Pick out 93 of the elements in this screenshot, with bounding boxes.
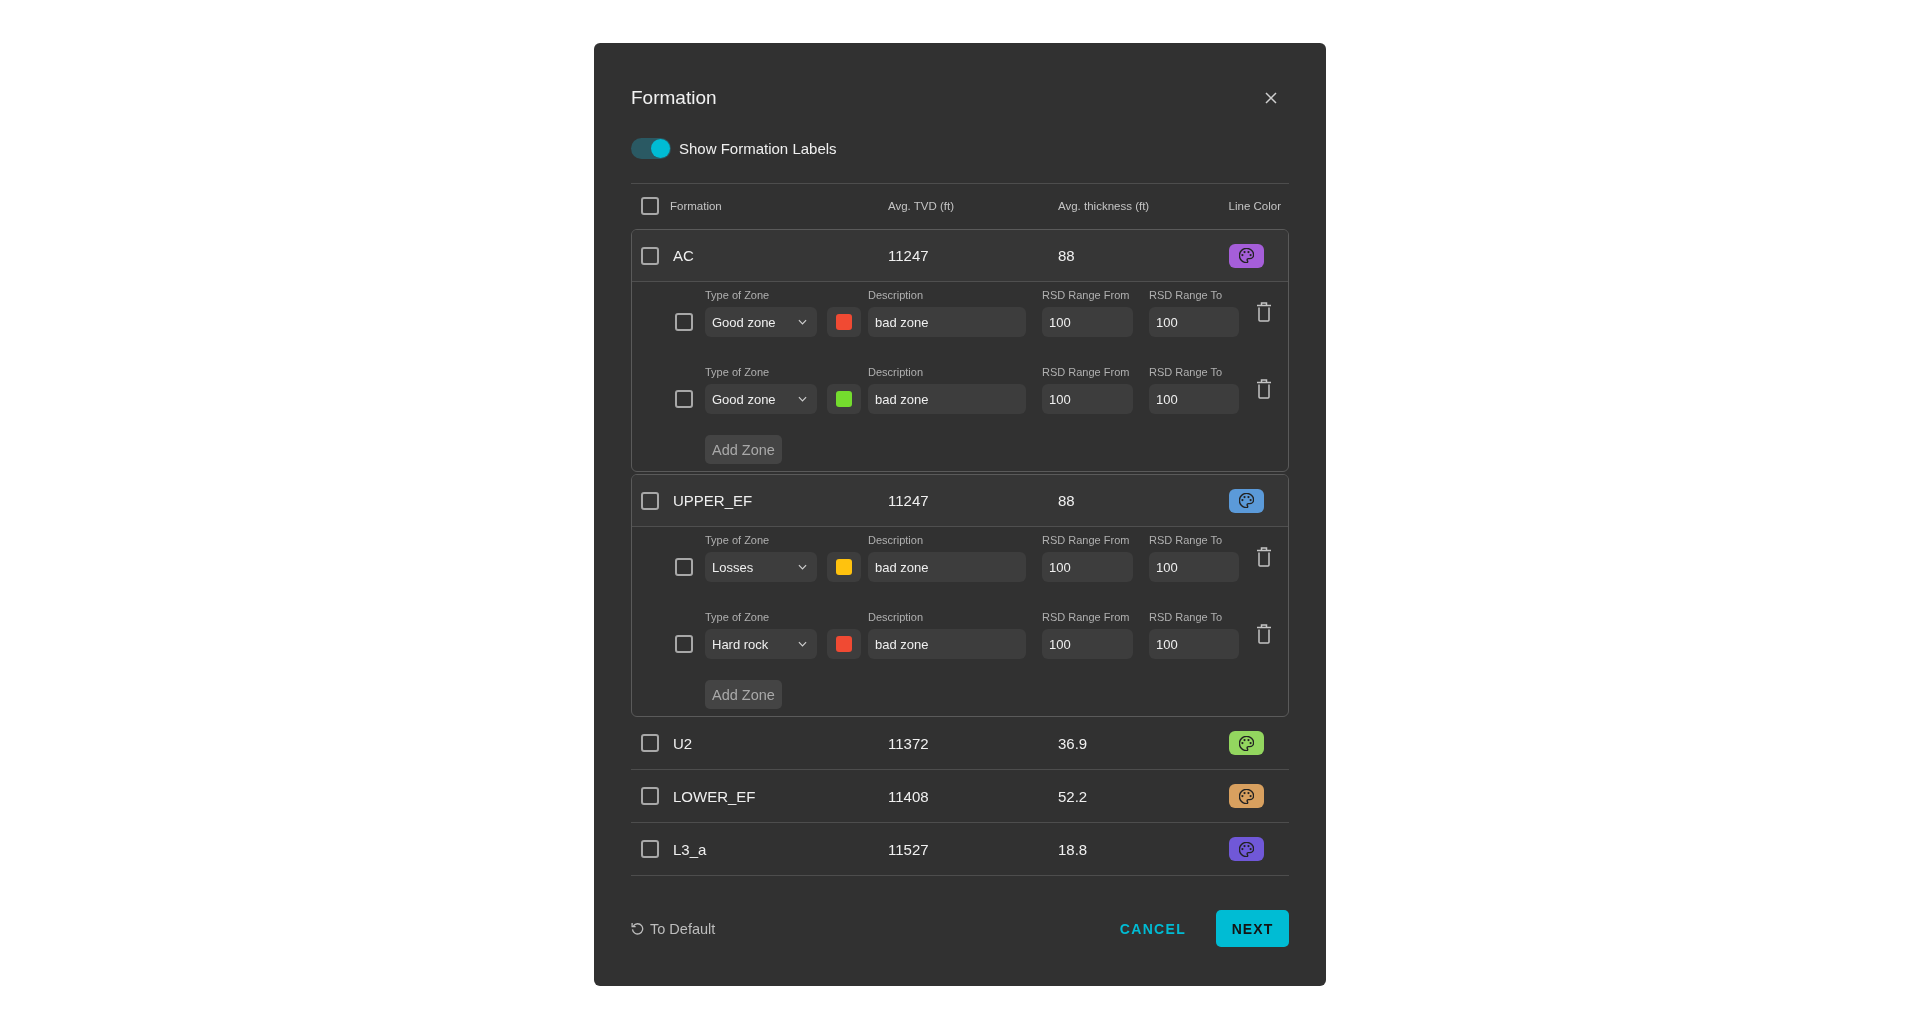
zone-color-button[interactable] (827, 307, 861, 337)
trash-icon[interactable] (1256, 624, 1272, 644)
avg-thickness-value: 88 (1058, 492, 1076, 509)
caret-icon (798, 641, 807, 647)
line-color-button[interactable] (1229, 731, 1264, 755)
zone-checkbox[interactable] (675, 390, 693, 408)
rsd-to-field[interactable]: 100 (1149, 307, 1239, 337)
zone-type-dropdown[interactable]: Good zone (705, 384, 817, 414)
dialog-title: Formation (631, 87, 717, 109)
rsd-to-field[interactable]: 100 (1149, 384, 1239, 414)
row-checkbox[interactable] (641, 840, 659, 858)
formation-name: UPPER_EF (673, 492, 754, 509)
field-label: RSD Range To (1149, 365, 1224, 380)
palette-icon (1239, 493, 1254, 508)
description-field[interactable]: bad zone (868, 307, 1026, 337)
field-label: RSD Range From (1042, 288, 1131, 303)
description-field[interactable]: bad zone (868, 629, 1026, 659)
avg-thickness-value: 18.8 (1058, 840, 1089, 858)
reset-button[interactable]: To Default (631, 920, 716, 937)
add-zone-button[interactable]: Add Zone (705, 680, 782, 709)
field-label: Type of Zone (705, 288, 771, 303)
formation-name: AC (673, 247, 695, 264)
description-field[interactable]: bad zone (868, 384, 1026, 414)
line-color-button[interactable] (1229, 243, 1264, 268)
palette-icon (1239, 841, 1254, 857)
select-all-checkbox[interactable] (641, 197, 659, 215)
palette-icon (1239, 788, 1254, 804)
avg-thickness-value: 88 (1058, 247, 1076, 264)
field-label: Description (868, 533, 925, 548)
line-color-button[interactable] (1229, 784, 1264, 808)
avg-tvd-value: 11247 (888, 247, 930, 264)
field-label: Description (868, 610, 925, 625)
field-label: RSD Range To (1149, 288, 1224, 303)
column-header: Formation (670, 200, 723, 212)
undo-icon (631, 922, 644, 935)
line-color-button[interactable] (1229, 837, 1264, 861)
rsd-from-field[interactable]: 100 (1042, 384, 1133, 414)
field-label: RSD Range To (1149, 533, 1224, 548)
formation-name: LOWER_EF (673, 787, 757, 805)
caret-icon (798, 564, 807, 570)
column-header: Avg. thickness (ft) (1058, 200, 1151, 212)
field-label: Description (868, 288, 925, 303)
zone-type-dropdown[interactable]: Hard rock (705, 629, 817, 659)
avg-thickness-value: 36.9 (1058, 734, 1089, 752)
row-checkbox[interactable] (641, 246, 659, 265)
caret-icon (798, 396, 807, 402)
avg-tvd-value: 11372 (888, 734, 930, 752)
avg-tvd-value: 11527 (888, 840, 930, 858)
palette-icon (1239, 735, 1254, 751)
trash-icon[interactable] (1256, 547, 1272, 567)
row-checkbox[interactable] (641, 787, 659, 805)
zone-color-button[interactable] (827, 552, 861, 582)
avg-tvd-value: 11247 (888, 492, 930, 509)
avg-thickness-value: 52.2 (1058, 787, 1089, 805)
toggle-label: Show Formation Labels (679, 139, 837, 157)
row-checkbox[interactable] (641, 734, 659, 752)
field-label: Type of Zone (705, 610, 771, 625)
zone-color-button[interactable] (827, 629, 861, 659)
formation-name: L3_a (673, 840, 708, 858)
field-label: Type of Zone (705, 533, 771, 548)
next-button[interactable]: NEXT (1216, 910, 1289, 947)
field-label: Type of Zone (705, 365, 771, 380)
row-checkbox[interactable] (641, 491, 659, 510)
field-label: RSD Range To (1149, 610, 1224, 625)
field-label: RSD Range From (1042, 533, 1131, 548)
zone-type-dropdown[interactable]: Losses (705, 552, 817, 582)
close-icon (1265, 92, 1277, 104)
column-header: Line Color (1228, 200, 1281, 212)
zone-color-button[interactable] (827, 384, 861, 414)
description-field[interactable]: bad zone (868, 552, 1026, 582)
rsd-to-field[interactable]: 100 (1149, 552, 1239, 582)
show-labels-toggle[interactable] (631, 137, 671, 159)
trash-icon[interactable] (1256, 302, 1272, 322)
caret-icon (798, 319, 807, 325)
formation-name: U2 (673, 734, 694, 752)
rsd-to-field[interactable]: 100 (1149, 629, 1239, 659)
column-header: Avg. TVD (ft) (888, 200, 956, 212)
avg-tvd-value: 11408 (888, 787, 930, 805)
zone-checkbox[interactable] (675, 635, 693, 653)
palette-icon (1239, 248, 1254, 263)
rsd-from-field[interactable]: 100 (1042, 307, 1133, 337)
trash-icon[interactable] (1256, 379, 1272, 399)
rsd-from-field[interactable]: 100 (1042, 629, 1133, 659)
zone-checkbox[interactable] (675, 313, 693, 331)
field-label: RSD Range From (1042, 365, 1131, 380)
line-color-button[interactable] (1229, 488, 1264, 513)
cancel-button[interactable]: CANCEL (1119, 920, 1186, 937)
zone-checkbox[interactable] (675, 558, 693, 576)
field-label: Description (868, 365, 925, 380)
add-zone-button[interactable]: Add Zone (705, 435, 782, 464)
zone-type-dropdown[interactable]: Good zone (705, 307, 817, 337)
field-label: RSD Range From (1042, 610, 1131, 625)
rsd-from-field[interactable]: 100 (1042, 552, 1133, 582)
